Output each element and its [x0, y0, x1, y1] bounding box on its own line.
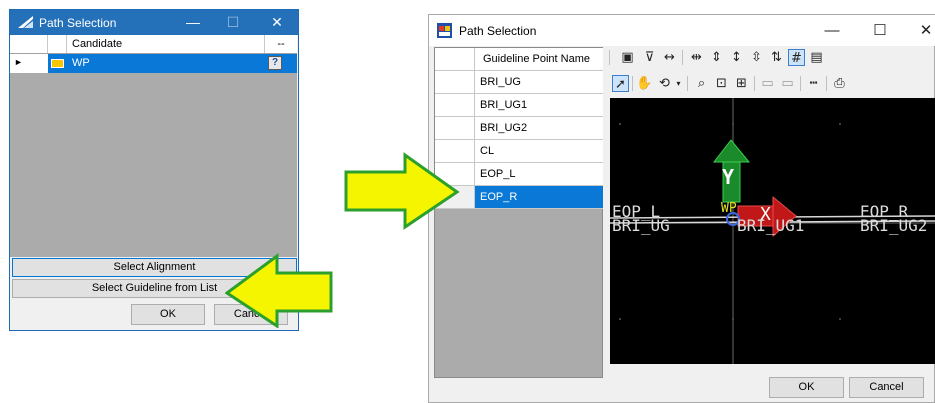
axis-za-icon[interactable]: ⇅ [768, 49, 785, 66]
bri-ug1-label: BRI_UG1 [737, 216, 805, 235]
grid-toggle-icon[interactable]: # [788, 49, 805, 66]
candidate-row[interactable]: ► WP ? [10, 54, 297, 73]
list-item[interactable]: BRI_UG2 [435, 117, 603, 140]
maximize-button[interactable]: ☐ [218, 10, 248, 35]
candidate-grid[interactable]: Candidate -- ► WP ? [10, 35, 297, 257]
minimize-button[interactable]: — [178, 10, 208, 35]
fit-view-icon[interactable]: ▣ [619, 49, 636, 66]
ok-button[interactable]: OK [131, 304, 205, 325]
title-bar[interactable]: Path Selection — ☐ ✕ [429, 15, 935, 46]
list-item[interactable]: BRI_UG1 [435, 94, 603, 117]
axis-y-icon[interactable]: ⇕ [708, 49, 725, 66]
list-item[interactable]: BRI_UG [435, 71, 603, 94]
list-item-label: BRI_UG2 [475, 117, 603, 140]
app-logo-icon [18, 16, 33, 28]
list-item-label: EOP_R [475, 186, 603, 209]
help-icon[interactable]: ? [268, 56, 282, 70]
candidate-name: WP [72, 57, 90, 69]
y-axis-label: Y [722, 165, 735, 189]
view-toolbar: ▣ ⊽ ↔ ⇹ ⇕ ↕ ⇳ ⇅ # ▤ [607, 47, 935, 69]
header-guideline-point-name[interactable]: Guideline Point Name [475, 48, 603, 71]
header-candidate[interactable]: Candidate [67, 35, 265, 53]
cancel-button[interactable]: Cancel [849, 377, 924, 398]
axis-z-icon[interactable]: ↕ [728, 49, 745, 66]
view-2-icon[interactable]: ▭ [779, 75, 796, 92]
alignment-type-icon [48, 54, 67, 73]
view-1-icon[interactable]: ▭ [759, 75, 776, 92]
header-indicator [10, 35, 48, 53]
measure-distance-icon[interactable]: ↔ [661, 49, 678, 66]
header-extra: -- [277, 38, 285, 50]
zoom-icon[interactable]: ⌕ [693, 75, 710, 92]
header-icon [48, 35, 67, 53]
list-header: Guideline Point Name [435, 48, 603, 71]
maximize-button[interactable]: ☐ [860, 15, 900, 46]
print-icon[interactable]: ⎙ [831, 75, 848, 92]
bri-ug-label: BRI_UG [612, 216, 670, 235]
dialog-title: Path Selection [459, 24, 537, 38]
pointer-icon[interactable]: ➚ [612, 75, 629, 92]
ruler-icon[interactable]: ┅ [805, 75, 822, 92]
save-icon[interactable]: ▤ [808, 49, 825, 66]
close-button[interactable]: ✕ [906, 15, 935, 46]
bri-ug2-label: BRI_UG2 [860, 216, 928, 235]
close-button[interactable]: ✕ [262, 10, 292, 35]
list-item-label: CL [475, 140, 603, 163]
annotation-arrow-left-pointing [225, 253, 333, 328]
app-window-icon [437, 23, 452, 38]
wp-label: WP [721, 201, 737, 216]
ok-button[interactable]: OK [769, 377, 844, 398]
zoom-window-icon[interactable]: ⊡ [713, 75, 730, 92]
pan-icon[interactable]: ✋ [636, 75, 653, 92]
list-item-label: BRI_UG [475, 71, 603, 94]
list-item-label: BRI_UG1 [475, 94, 603, 117]
axis-ya-icon[interactable]: ⇳ [748, 49, 765, 66]
path-selection-dialog-right: Path Selection — ☐ ✕ Guideline Point Nam… [428, 14, 935, 403]
zoom-x-icon[interactable]: ⇹ [688, 49, 705, 66]
list-item-label: EOP_L [475, 163, 603, 186]
dialog-title: Path Selection [39, 16, 117, 30]
title-bar[interactable]: Path Selection — ☐ ✕ [10, 10, 298, 35]
candidate-cell[interactable]: WP ? [67, 54, 297, 73]
chevron-down-icon[interactable]: ▾ [670, 75, 687, 92]
minimize-button[interactable]: — [812, 15, 852, 46]
grid-header: Candidate -- [10, 35, 297, 54]
navigation-toolbar: ➚ ✋ ⟲ ▾ ⌕ ⊡ ⊞ ▭ ▭ ┅ ⎙ [607, 73, 935, 95]
zoom-extents-icon[interactable]: ⊞ [733, 75, 750, 92]
graphics-viewport[interactable]: Y X WP EOP_L BRI_UG BRI_UG1 EOP_R BRI_UG… [610, 98, 935, 364]
select-window-icon[interactable]: ⊽ [641, 49, 658, 66]
row-indicator-icon: ► [14, 57, 23, 67]
annotation-arrow-right-pointing [344, 152, 460, 230]
